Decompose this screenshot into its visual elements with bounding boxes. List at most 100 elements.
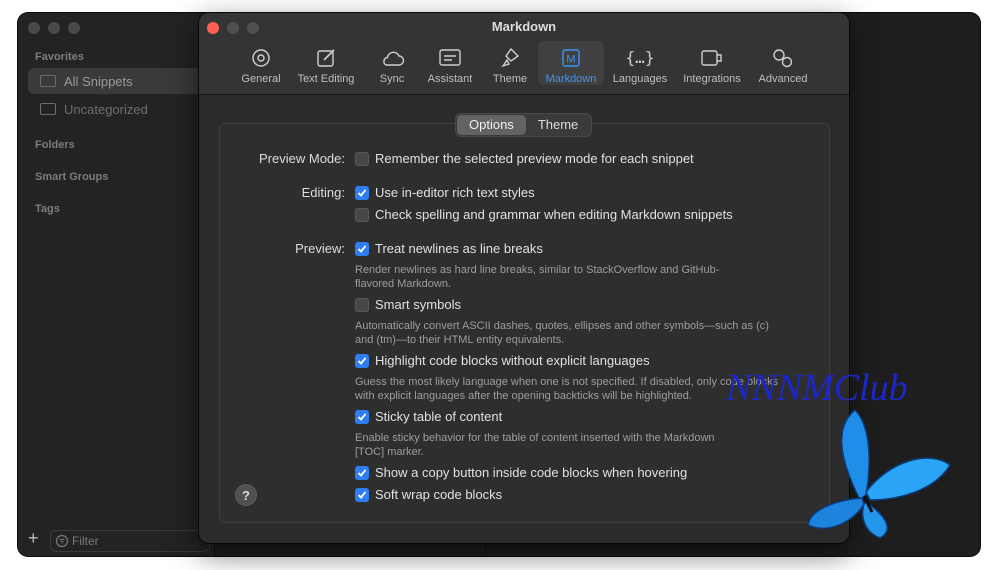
checkmark-icon: [357, 188, 367, 197]
checkbox-unchecked[interactable]: [355, 297, 369, 312]
minimize-button-inactive[interactable]: [48, 22, 60, 34]
checkbox-checked[interactable]: [355, 465, 369, 480]
checkbox-label: Soft wrap code blocks: [375, 487, 503, 502]
checkbox-unchecked[interactable]: [355, 151, 369, 166]
tab-sync[interactable]: Sync: [371, 41, 413, 85]
favorites-header: Favorites: [35, 51, 84, 63]
svg-text:{…}: {…}: [627, 48, 653, 67]
checkmark-icon: [357, 244, 367, 253]
tab-integrations[interactable]: Integrations: [679, 41, 745, 85]
highlight-description: Guess the most likely language when one …: [355, 375, 778, 403]
preferences-window: Markdown General Text Editing Sync Assis…: [199, 13, 849, 543]
tab-label: Advanced: [758, 73, 808, 85]
remember-preview-checkbox[interactable]: Remember the selected preview mode for e…: [355, 151, 694, 166]
smart-symbols-checkbox[interactable]: Smart symbols: [355, 297, 461, 312]
description-line: Automatically convert ASCII dashes, quot…: [355, 320, 769, 332]
smart-groups-header: Smart Groups: [35, 171, 109, 183]
sidebar-item-uncategorized[interactable]: Uncategorized: [28, 96, 208, 122]
tab-label: General: [241, 73, 281, 85]
tab-label: Text Editing: [297, 73, 355, 85]
tray-icon: [40, 75, 56, 87]
tab-label: Sync: [379, 73, 405, 85]
tab-label: Theme: [492, 73, 528, 85]
preview-label: Preview:: [295, 241, 345, 256]
svg-text:M: M: [566, 54, 575, 66]
filter-icon: [55, 534, 69, 548]
checkbox-checked[interactable]: [355, 409, 369, 424]
sidebar: Favorites All Snippets Uncategorized Fol…: [18, 13, 215, 556]
segmented-control: Options Theme: [455, 113, 593, 137]
tags-header: Tags: [35, 203, 60, 215]
filter-placeholder: Filter: [72, 534, 99, 548]
gear-icon: [252, 49, 270, 67]
description-line: [TOC] marker.: [355, 446, 424, 458]
checkbox-label: Sticky table of content: [375, 409, 503, 424]
checkbox-label: Remember the selected preview mode for e…: [375, 151, 694, 166]
braces-icon: {…}: [627, 48, 653, 67]
segment-theme[interactable]: Theme: [526, 115, 590, 135]
smart-symbols-description: Automatically convert ASCII dashes, quot…: [355, 319, 769, 347]
brush-icon: [501, 47, 520, 68]
description-line: with explicit languages after the openin…: [355, 390, 692, 402]
sidebar-item-label: Uncategorized: [64, 101, 148, 117]
soft-wrap-checkbox[interactable]: Soft wrap code blocks: [355, 487, 502, 502]
checkbox-label: Use in-editor rich text styles: [375, 185, 535, 200]
newlines-description: Render newlines as hard line breaks, sim…: [355, 263, 719, 291]
tab-languages[interactable]: {…} Languages: [609, 41, 671, 85]
sidebar-item-all-snippets[interactable]: All Snippets: [28, 68, 208, 94]
segment-options[interactable]: Options: [457, 115, 526, 135]
sticky-toc-checkbox[interactable]: Sticky table of content: [355, 409, 502, 424]
newlines-checkbox[interactable]: Treat newlines as line breaks: [355, 241, 543, 256]
spelling-checkbox[interactable]: Check spelling and grammar when editing …: [355, 207, 733, 222]
checkbox-label: Treat newlines as line breaks: [375, 241, 543, 256]
checkbox-label: Highlight code blocks without explicit l…: [375, 353, 650, 368]
checkbox-checked[interactable]: [355, 353, 369, 368]
butterfly-icon: [807, 408, 951, 539]
add-button[interactable]: +: [28, 528, 39, 549]
description-line: flavored Markdown.: [355, 278, 451, 290]
toolbar: Markdown General Text Editing Sync Assis…: [199, 13, 849, 95]
help-button[interactable]: ?: [235, 484, 257, 506]
highlight-checkbox[interactable]: Highlight code blocks without explicit l…: [355, 353, 650, 368]
description-line: and (tm)—to their HTML entity equivalent…: [355, 334, 565, 346]
filter-input[interactable]: Filter: [50, 530, 210, 552]
close-button-inactive[interactable]: [28, 22, 40, 34]
checkbox-checked[interactable]: [355, 241, 369, 256]
checkbox-unchecked[interactable]: [355, 207, 369, 222]
sticky-toc-description: Enable sticky behavior for the table of …: [355, 431, 715, 459]
tab-theme[interactable]: Theme: [488, 41, 532, 85]
window-title: Markdown: [491, 19, 557, 34]
folders-header: Folders: [35, 139, 75, 151]
tray-icon: [40, 103, 56, 115]
tab-label: Integrations: [683, 73, 741, 85]
gears-icon: [773, 49, 793, 68]
checkmark-icon: [357, 468, 367, 477]
checkbox-checked[interactable]: [355, 487, 369, 502]
tab-label: Languages: [612, 73, 668, 85]
checkbox-label: Check spelling and grammar when editing …: [375, 207, 733, 222]
description-line: Enable sticky behavior for the table of …: [355, 432, 715, 444]
checkbox-checked[interactable]: [355, 185, 369, 200]
checkmark-icon: [357, 490, 367, 499]
tab-advanced[interactable]: Advanced: [754, 41, 812, 85]
tab-assistant[interactable]: Assistant: [423, 41, 477, 85]
checkbox-label: Show a copy button inside code blocks wh…: [375, 465, 688, 480]
description-line: Guess the most likely language when one …: [355, 376, 779, 388]
tab-general[interactable]: General: [236, 41, 286, 85]
description-line: Render newlines as hard line breaks, sim…: [355, 264, 720, 276]
editing-label: Editing:: [301, 185, 345, 200]
assistant-icon: [439, 49, 461, 66]
checkbox-label: Smart symbols: [375, 297, 461, 312]
zoom-button-inactive[interactable]: [68, 22, 80, 34]
tab-text-editing[interactable]: Text Editing: [292, 41, 360, 85]
rich-text-checkbox[interactable]: Use in-editor rich text styles: [355, 185, 535, 200]
preview-mode-label: Preview Mode:: [259, 151, 345, 166]
markdown-icon: M: [562, 49, 580, 67]
checkmark-icon: [357, 412, 367, 421]
cloud-icon: [383, 51, 405, 66]
tab-markdown[interactable]: M Markdown: [538, 41, 604, 85]
checkmark-icon: [357, 356, 367, 365]
copy-button-checkbox[interactable]: Show a copy button inside code blocks wh…: [355, 465, 687, 480]
plugin-icon: [701, 50, 722, 66]
edit-icon: [317, 49, 335, 67]
